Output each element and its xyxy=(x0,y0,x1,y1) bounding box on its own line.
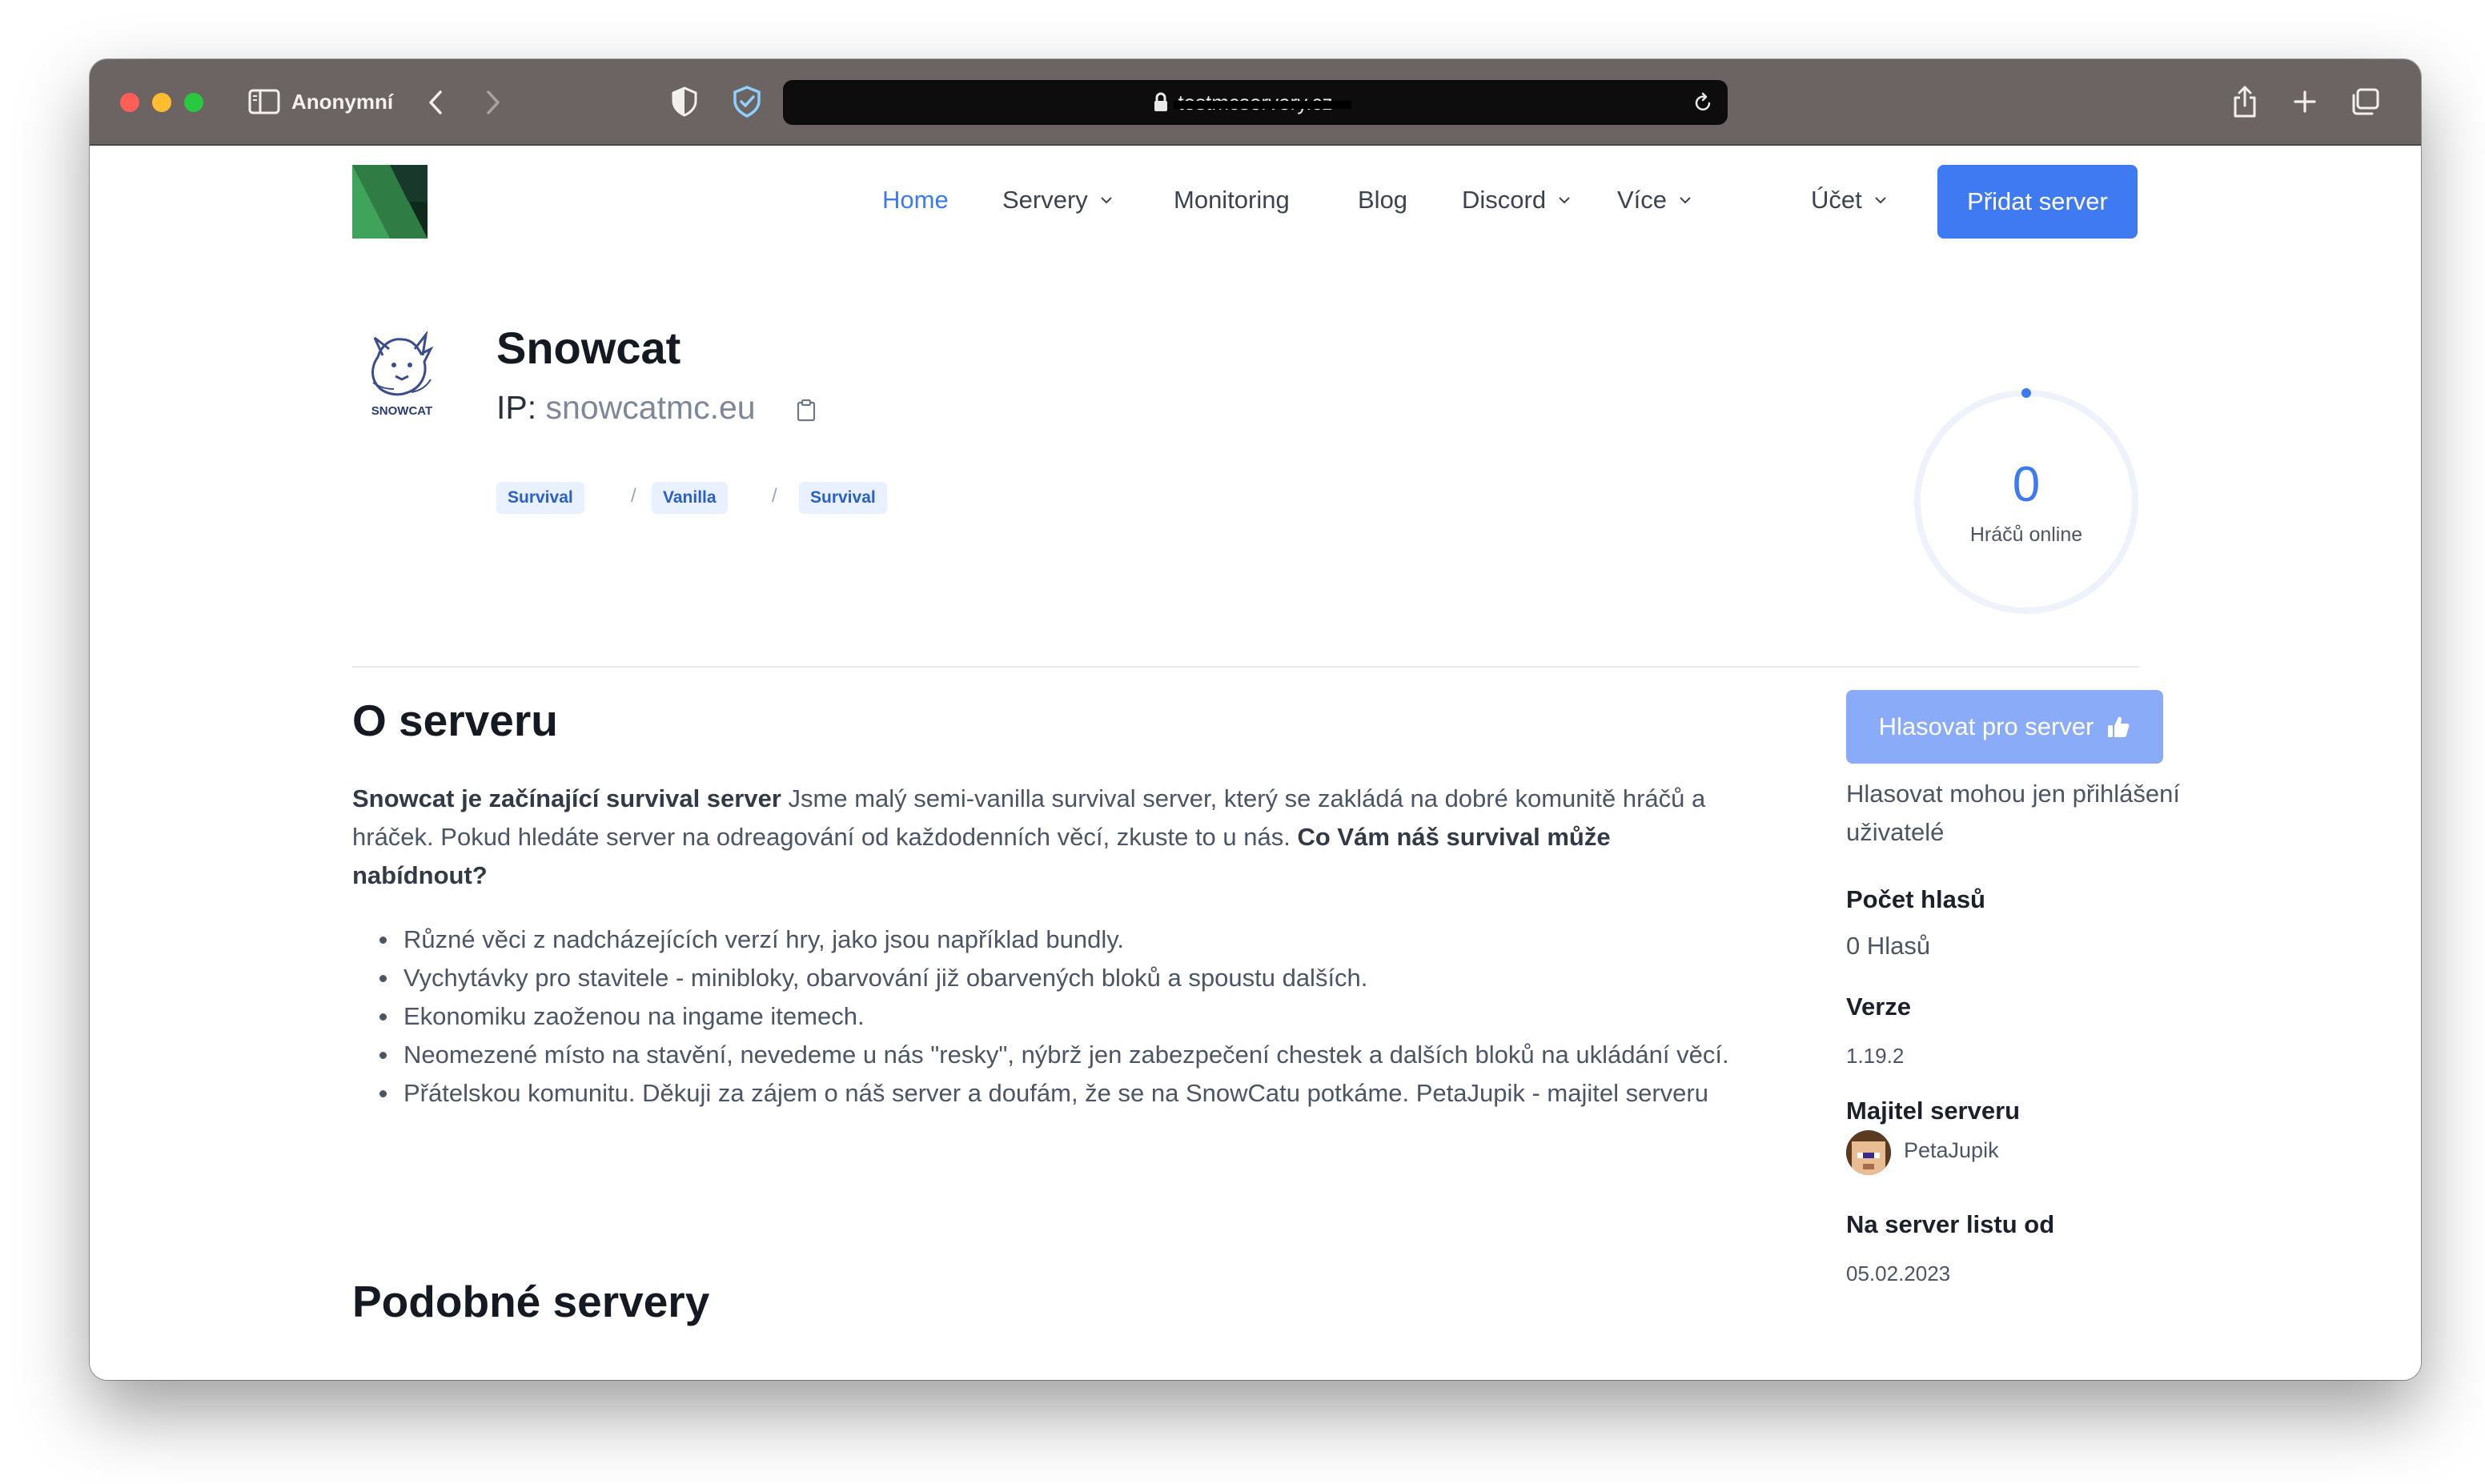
avatar[interactable] xyxy=(1846,1130,1891,1175)
server-logo-text: SNOWCAT xyxy=(371,404,432,418)
site-logo[interactable] xyxy=(352,165,428,239)
listed-title: Na server listu od xyxy=(1846,1210,2055,1238)
nav-discord[interactable]: Discord xyxy=(1462,186,1572,215)
tag-survival[interactable]: Survival xyxy=(496,482,584,514)
server-ip: IP: snowcatmc.eu xyxy=(496,389,756,427)
private-profile-label: Anonymní xyxy=(291,90,394,114)
version-value: 1.19.2 xyxy=(1846,1044,1905,1068)
section-divider xyxy=(352,666,2139,668)
similar-title: Podobné servery xyxy=(352,1277,710,1326)
add-server-button[interactable]: Přidat server xyxy=(1937,165,2138,239)
version-title: Verze xyxy=(1846,993,1912,1021)
nav-home-label: Home xyxy=(882,186,949,214)
chevron-down-icon xyxy=(1559,197,1570,204)
close-window-button[interactable] xyxy=(120,93,139,112)
nav-account[interactable]: Účet xyxy=(1811,186,1888,215)
share-icon[interactable] xyxy=(2227,83,2262,120)
players-online-label: Hráčů online xyxy=(1969,523,2083,546)
chevron-down-icon xyxy=(1875,197,1886,204)
tag-survival-2[interactable]: Survival xyxy=(799,482,887,514)
votes-title: Počet hlasů xyxy=(1846,885,1985,913)
back-icon[interactable] xyxy=(420,86,452,118)
list-item: Přátelskou komunitu. Děkuji za zájem o n… xyxy=(352,1074,1745,1113)
sidebar-toggle-icon[interactable] xyxy=(248,88,280,115)
nav-servery[interactable]: Servery xyxy=(1002,186,1114,215)
vote-note: Hlasovat mohou jen přihlášení uživatelé xyxy=(1846,780,2181,846)
list-item: Ekonomiku zaoženou na ingame itemech. xyxy=(352,997,1745,1036)
votes-value: 0 Hlasů xyxy=(1846,932,1931,960)
players-online-count: 0 xyxy=(2012,457,2041,512)
nav-vice[interactable]: Více xyxy=(1617,186,1692,215)
vote-button[interactable]: Hlasovat pro server xyxy=(1846,690,2163,764)
list-item: Vychytávky pro stavitele - minibloky, ob… xyxy=(352,959,1745,997)
nav-account-label: Účet xyxy=(1811,186,1862,214)
nav-vice-label: Více xyxy=(1617,186,1668,214)
maximize-window-button[interactable] xyxy=(184,93,203,112)
nav-blog[interactable]: Blog xyxy=(1358,186,1407,215)
vote-button-label: Hlasovat pro server xyxy=(1878,712,2094,740)
tag-separator: / xyxy=(772,485,777,507)
listed-value: 05.02.2023 xyxy=(1846,1261,1951,1285)
about-intro-bold: Snowcat je začínající survival server xyxy=(352,784,781,812)
tabs-icon[interactable] xyxy=(2347,85,2383,118)
ip-label: IP: xyxy=(496,389,537,426)
browser-window: Anonymní testmcservery.cz xyxy=(90,59,2421,1380)
owner-name[interactable]: PetaJupik xyxy=(1904,1138,1999,1163)
adblock-shield-icon[interactable] xyxy=(730,85,764,118)
chevron-down-icon xyxy=(1101,197,1112,204)
address-bar[interactable]: testmcservery.cz xyxy=(783,80,1728,125)
nav-home[interactable]: Home xyxy=(882,186,949,215)
about-text: Snowcat je začínající survival server Js… xyxy=(352,780,1729,895)
list-item: Neomezené místo na stavění, nevedeme u n… xyxy=(352,1036,1745,1074)
shield-icon[interactable] xyxy=(668,85,701,118)
plus-icon[interactable] xyxy=(2288,85,2322,118)
browser-toolbar: Anonymní testmcservery.cz xyxy=(90,59,2421,146)
nav-servery-label: Servery xyxy=(1002,186,1088,214)
copy-ip-icon[interactable] xyxy=(796,399,817,427)
web-page: Home Servery Monitoring Blog Discord Víc… xyxy=(90,146,2421,1380)
chevron-down-icon xyxy=(1680,197,1691,204)
server-name: Snowcat xyxy=(496,323,681,373)
nav-monitoring-label: Monitoring xyxy=(1174,186,1290,214)
tag-vanilla[interactable]: Vanilla xyxy=(652,482,728,514)
ip-value[interactable]: snowcatmc.eu xyxy=(546,389,756,426)
nav-discord-label: Discord xyxy=(1462,186,1547,214)
nav-monitoring[interactable]: Monitoring xyxy=(1174,186,1290,215)
nav-blog-label: Blog xyxy=(1358,186,1408,214)
minimize-window-button[interactable] xyxy=(152,93,171,112)
feature-list: Různé věci z nadcházejících verzí hry, j… xyxy=(352,920,1745,1113)
owner-title: Majitel serveru xyxy=(1846,1097,2021,1125)
list-item: Různé věci z nadcházejících verzí hry, j… xyxy=(352,920,1745,959)
server-logo: SNOWCAT xyxy=(359,330,445,421)
about-title: O serveru xyxy=(352,696,558,745)
reload-icon[interactable] xyxy=(1692,91,1713,118)
forward-icon[interactable] xyxy=(477,86,509,118)
tag-separator: / xyxy=(631,485,636,507)
thumbs-up-icon xyxy=(2108,716,2130,737)
url-redaction xyxy=(1174,101,1351,109)
